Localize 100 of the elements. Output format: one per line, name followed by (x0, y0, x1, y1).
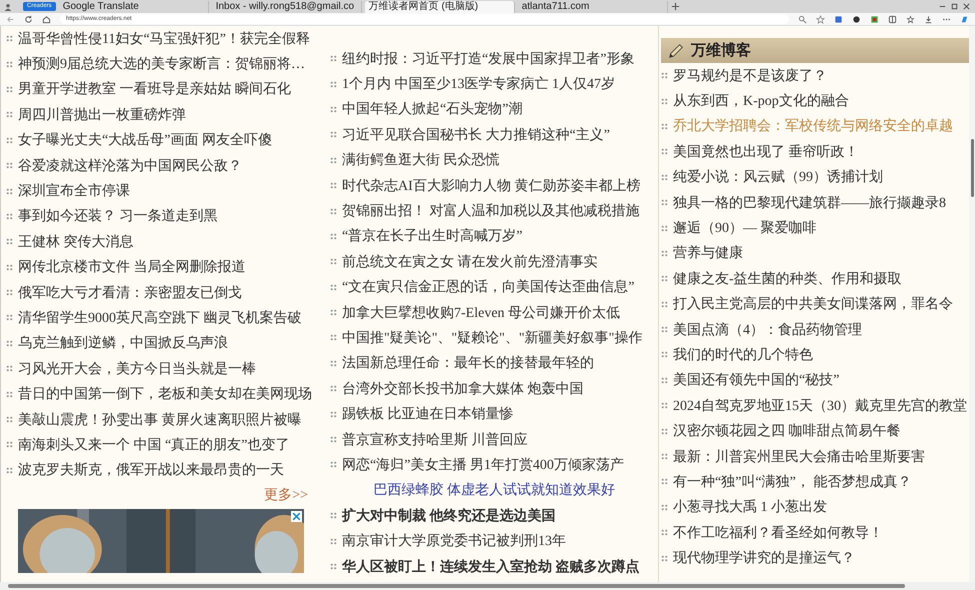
blog-link[interactable]: 小葱寻找大禹 1 小葱出发 (673, 498, 827, 516)
news-link[interactable]: 乌克兰触到逆鳞，中国掀反乌声浪 (18, 334, 228, 352)
reload-icon[interactable] (24, 14, 33, 24)
blog-link[interactable]: 现代物理学讲究的是撞运气？ (673, 549, 855, 568)
news-link[interactable]: 南海刺头又来一个 中国 “真正的朋友”也变了 (18, 436, 290, 454)
bullet-icon (330, 385, 337, 392)
blog-link[interactable]: 独具一格的巴黎现代建筑群——旅行撷趣录8 (673, 194, 946, 212)
scrollbar[interactable] (969, 26, 975, 582)
home-icon[interactable] (42, 14, 51, 24)
bullet-icon (661, 300, 668, 308)
more-link[interactable]: 更多>> (264, 486, 308, 504)
news-link[interactable]: 清华留学生9000英尺高空跳下 幽灵飞机案告破 (18, 308, 302, 327)
news-link[interactable]: 1个月内 中国至少13医学专家病亡 1人仅47岁 (342, 75, 615, 94)
news-link[interactable]: 事到如今还装？ 习一条道走到黑 (18, 207, 218, 226)
bullet-icon (330, 512, 337, 520)
star-icon[interactable] (816, 14, 825, 24)
news-link[interactable]: 贺锦丽出招！ 对富人温和加税以及其他减税措施 (342, 202, 640, 220)
zoom-icon[interactable] (798, 14, 807, 24)
bullet-icon (330, 156, 337, 164)
news-link[interactable]: 普京宣称支持哈里斯 川普回应 (342, 430, 528, 449)
news-link[interactable]: 踢铁板 比亚迪在日本销量惨 (342, 405, 514, 424)
blog-link[interactable]: 罗马规约是不是该废了？ (673, 66, 827, 85)
bullet-icon (6, 466, 13, 474)
news-link[interactable]: 满街鳄鱼逛大街 民众恐慌 (342, 151, 500, 170)
blog-link[interactable]: 打入民主党高层的中共美女间谍落网，罪名令 (673, 295, 953, 314)
news-link[interactable]: 网恋“海归”美女主播 男1年打赏400万倾家荡产 (342, 456, 624, 474)
news-link[interactable]: “文在寅只信金正恩的话，向美国传达歪曲信息” (342, 278, 634, 296)
profile-icon[interactable] (4, 2, 12, 10)
news-link[interactable]: 深圳宣布全市停课 (18, 182, 130, 200)
bullet-icon (330, 309, 337, 316)
bullet-icon (661, 402, 668, 410)
news-link[interactable]: 俄军吃大亏才看清：亲密盟友已倒戈 (18, 284, 242, 302)
blog-link[interactable]: 汉密尔顿花园之四 咖啡甜点简易午餐 (673, 422, 900, 440)
blog-link[interactable]: 不作工吃福利？看圣经如何教导！ (673, 524, 883, 542)
bullet-icon (661, 250, 668, 257)
restore-icon[interactable] (950, 2, 959, 11)
close-icon[interactable] (962, 2, 971, 11)
extension-icon[interactable] (870, 14, 879, 24)
bullet-icon (330, 563, 337, 570)
blog-link[interactable]: 我们的时代的几个特色 (673, 346, 813, 364)
bullet-icon (661, 148, 668, 156)
news-link[interactable]: 加拿大巨擘想收购7-Eleven 母公司嫌开价太低 (342, 304, 620, 322)
blog-link[interactable]: 2024自驾克罗地亚15天（30）戴克里先宫的教堂 (673, 396, 967, 415)
news-link[interactable]: 习近平见联合国秘书长 大力推销这种“主义” (342, 126, 610, 144)
news-link[interactable]: 温哥华曾性侵11妇女“马宝强奸犯”！获完全假释 (18, 30, 310, 48)
blog-link[interactable]: 健康之友-益生菌的种类、作用和摄取 (673, 270, 902, 288)
news-link[interactable]: “普京在长子出生时高喊万岁” (342, 227, 522, 246)
blog-link[interactable]: 美国还有领先中国的“秘技” (673, 371, 840, 390)
news-link[interactable]: 谷爱凌就这样沦落为中国网民公敌？ (18, 156, 242, 175)
news-link[interactable]: 中国年轻人掀起“石头宠物”潮 (342, 100, 522, 118)
news-link[interactable]: 网传北京楼市文件 当局全网删除报道 (18, 258, 246, 276)
news-link[interactable]: 波克罗夫斯克，俄军开战以来最昂贵的一天 (18, 461, 284, 480)
bullet-icon (661, 326, 668, 334)
bullet-icon (661, 529, 668, 536)
news-link[interactable]: 时代杂志AI百大影响力人物 黄仁勋苏姿丰都上榜 (342, 176, 640, 195)
ad-link[interactable]: 巴西绿蜂胶 体虚老人试试就知道效果好 (373, 481, 615, 500)
bullet-icon (661, 224, 668, 232)
news-link[interactable]: 周四川普抛出一枚重磅炸弹 (18, 106, 186, 124)
blog-link[interactable]: 美国竟然也出现了 垂帘听政！ (673, 142, 858, 161)
news-link[interactable]: 女子曝光丈夫“大战岳母”画面 网友全吓傻 (18, 131, 272, 150)
bullet-icon (6, 35, 13, 42)
blog-link[interactable]: 营养与健康 (673, 244, 743, 262)
news-link[interactable]: 神预测9届总统大选的美专家断言：贺锦丽将… (18, 55, 305, 74)
blog-link[interactable]: 邂逅（90）— 聚爱咖啡 (673, 219, 816, 238)
news-link[interactable]: 南京审计大学原党委书记被判刑13年 (342, 532, 566, 550)
news-link[interactable]: 男童开学进教室 一看班导是亲姑姑 瞬间石化 (18, 80, 291, 98)
bullet-icon (661, 351, 668, 358)
bullet-icon (330, 410, 337, 418)
blog-link[interactable]: 纯爱小说：风云赋（99）诱捕计划 (673, 168, 883, 186)
bullet-icon (6, 340, 13, 347)
bullet-icon (661, 199, 668, 206)
news-link[interactable]: 美敲山震虎！孙雯出事 黄屏火速离职照片被曝 (18, 410, 302, 429)
news-link[interactable]: 前总统文在寅之女 请在发火前先澄清事实 (342, 252, 598, 271)
blog-link[interactable]: 美国点滴（4）：食品药物管理 (673, 320, 862, 339)
blog-link[interactable]: 从东到西，K-pop文化的融合 (673, 92, 849, 110)
blog-link[interactable]: 最新：川普宾州里民大会痛击哈里斯要害 (673, 448, 925, 466)
close-icon[interactable] (291, 511, 302, 522)
news-link[interactable]: 台湾外交部长投书加拿大媒体 炮轰中国 (342, 380, 584, 398)
download-icon[interactable] (924, 14, 933, 24)
news-link[interactable]: 扩大对中制裁 他终究还是选边美国 (342, 506, 556, 525)
news-link[interactable]: 昔日的中国第一倒下，老板和美女却在美网现场 (18, 385, 312, 404)
bullet-icon (661, 478, 668, 486)
bullet-icon (661, 376, 668, 384)
bullet-icon (6, 136, 13, 144)
bullet-icon (330, 131, 337, 138)
new-tab-icon[interactable] (670, 2, 680, 11)
blog-link[interactable]: 有一种“独”叫“满独”， 能否梦想成真？ (673, 472, 912, 491)
bullet-icon (6, 162, 13, 170)
bullet-icon (330, 232, 337, 240)
bullet-icon (330, 538, 337, 545)
favorites-icon[interactable] (906, 14, 915, 24)
news-link[interactable]: 法国新总理任命：最年长的接替最年轻的 (342, 354, 594, 372)
news-link[interactable]: 中国推"疑美论"、"疑赖论"、"新疆美好叙事"操作 (342, 328, 642, 347)
news-link[interactable]: 华人区被盯上！连续发生入室抢劫 盗贼多次蹲点 (342, 558, 640, 576)
split-screen-icon[interactable] (888, 14, 897, 24)
news-link[interactable]: 习风光开大会，美方今日当头就是一棒 (18, 360, 256, 378)
scrollbar[interactable] (0, 582, 975, 590)
news-link[interactable]: 王健林 突传大消息 (18, 232, 134, 251)
bullet-icon (6, 86, 13, 93)
news-link[interactable]: 纽约时报：习近平打造“发展中国家捍卫者”形象 (342, 50, 634, 68)
